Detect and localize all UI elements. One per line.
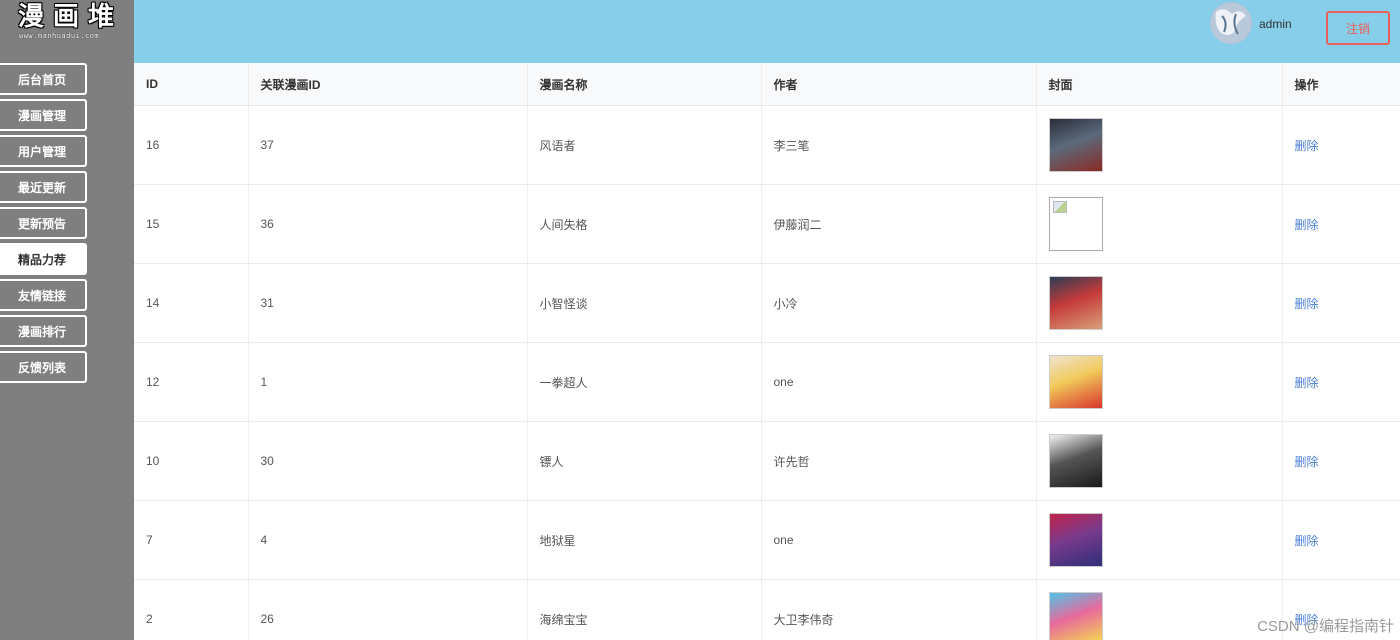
cell-actions: 删除 <box>1282 105 1400 185</box>
cell-cover <box>1036 263 1283 343</box>
column-header: 关联漫画ID <box>248 63 528 106</box>
logout-button[interactable]: 注销 <box>1326 11 1390 45</box>
cell-cover <box>1036 421 1283 501</box>
cover-image <box>1048 118 1103 172</box>
delete-link[interactable]: 删除 <box>1295 297 1319 311</box>
delete-link[interactable]: 删除 <box>1295 455 1319 469</box>
table-row: 15 36 人间失格 伊藤润二 删除 <box>134 184 1400 264</box>
sidebar-nav: 后台首页漫画管理用户管理最近更新更新预告精品力荐友情链接漫画排行反馈列表 <box>0 63 87 387</box>
cell-comic-name: 海绵宝宝 <box>527 579 762 640</box>
avatar[interactable] <box>1210 2 1252 44</box>
sidebar-item-5[interactable]: 精品力荐 <box>0 243 87 275</box>
cell-comic-name: 镖人 <box>527 421 762 501</box>
column-header: 漫画名称 <box>527 63 762 106</box>
cell-cover <box>1036 500 1283 580</box>
cell-author: one <box>761 500 1037 580</box>
cell-comic-name: 小智怪谈 <box>527 263 762 343</box>
cover-image <box>1048 276 1103 330</box>
table-row: 2 26 海绵宝宝 大卫李伟奇 删除 <box>134 579 1400 640</box>
table-row: 10 30 镖人 许先哲 删除 <box>134 421 1400 501</box>
table-row: 14 31 小智怪谈 小冷 删除 <box>134 263 1400 343</box>
cell-id: 10 <box>134 421 249 501</box>
cell-comic-name: 人间失格 <box>527 184 762 264</box>
column-header: 作者 <box>761 63 1037 106</box>
cell-comic-name: 风语者 <box>527 105 762 185</box>
cell-cover <box>1036 105 1283 185</box>
cell-author: 李三笔 <box>761 105 1037 185</box>
cell-actions: 删除 <box>1282 184 1400 264</box>
sidebar-item-0[interactable]: 后台首页 <box>0 63 87 95</box>
cell-comic-id: 26 <box>248 579 528 640</box>
sidebar-item-7[interactable]: 漫画排行 <box>0 315 87 347</box>
cell-author: 许先哲 <box>761 421 1037 501</box>
cell-comic-id: 37 <box>248 105 528 185</box>
site-logo[interactable]: 漫画堆 www.manhuadui.com <box>18 2 124 42</box>
cover-image <box>1048 355 1103 409</box>
table-body: 16 37 风语者 李三笔 删除 15 36 人间失格 伊藤润二 删除 14 31 小智怪谈 小冷 删除 12… <box>134 105 1400 640</box>
cell-author: one <box>761 342 1037 422</box>
sidebar-item-6[interactable]: 友情链接 <box>0 279 87 311</box>
cell-id: 15 <box>134 184 249 264</box>
column-header: ID <box>134 63 249 106</box>
column-header: 封面 <box>1036 63 1283 106</box>
cover-image <box>1048 592 1103 640</box>
delete-link[interactable]: 删除 <box>1295 139 1319 153</box>
cell-id: 14 <box>134 263 249 343</box>
sidebar-item-8[interactable]: 反馈列表 <box>0 351 87 383</box>
cell-actions: 删除 <box>1282 342 1400 422</box>
cell-comic-name: 地狱星 <box>527 500 762 580</box>
cell-cover <box>1036 184 1283 264</box>
cell-author: 伊藤润二 <box>761 184 1037 264</box>
sidebar-item-1[interactable]: 漫画管理 <box>0 99 87 131</box>
featured-comics-table: ID 关联漫画ID 漫画名称 作者 封面 操作 16 37 风语者 李三笔 删除 15 36 人间失格伊… <box>134 63 1400 640</box>
cell-author: 小冷 <box>761 263 1037 343</box>
username: admin <box>1259 17 1292 31</box>
top-header: admin 注销 <box>134 0 1400 63</box>
column-header: 操作 <box>1282 63 1400 106</box>
delete-link[interactable]: 删除 <box>1295 534 1319 548</box>
cell-id: 2 <box>134 579 249 640</box>
cell-author: 大卫李伟奇 <box>761 579 1037 640</box>
delete-link[interactable]: 删除 <box>1295 218 1319 232</box>
cell-cover <box>1036 342 1283 422</box>
sidebar: 漫画堆 www.manhuadui.com 后台首页漫画管理用户管理最近更新更新… <box>0 0 134 640</box>
cover-image <box>1048 434 1103 488</box>
broken-image-icon <box>1048 197 1103 251</box>
table-header-row: ID 关联漫画ID 漫画名称 作者 封面 操作 <box>134 63 1400 106</box>
table-row: 7 4 地狱星 one 删除 <box>134 500 1400 580</box>
cell-comic-name: 一拳超人 <box>527 342 762 422</box>
delete-link[interactable]: 删除 <box>1295 376 1319 390</box>
cell-comic-id: 31 <box>248 263 528 343</box>
cell-id: 12 <box>134 342 249 422</box>
cell-id: 16 <box>134 105 249 185</box>
cell-comic-id: 1 <box>248 342 528 422</box>
sidebar-item-4[interactable]: 更新预告 <box>0 207 87 239</box>
cell-actions: 删除 <box>1282 421 1400 501</box>
table-row: 16 37 风语者 李三笔 删除 <box>134 105 1400 185</box>
cell-comic-id: 4 <box>248 500 528 580</box>
table-row: 12 1 一拳超人 one 删除 <box>134 342 1400 422</box>
logo-subtitle: www.manhuadui.com <box>19 32 100 40</box>
avatar-image <box>1210 2 1252 44</box>
cell-comic-id: 36 <box>248 184 528 264</box>
sidebar-item-3[interactable]: 最近更新 <box>0 171 87 203</box>
logo-title: 漫画堆 <box>18 2 124 32</box>
cell-cover <box>1036 579 1283 640</box>
sidebar-item-2[interactable]: 用户管理 <box>0 135 87 167</box>
cover-image <box>1048 513 1103 567</box>
watermark: CSDN @编程指南针 <box>1257 618 1394 635</box>
cell-comic-id: 30 <box>248 421 528 501</box>
cell-actions: 删除 <box>1282 263 1400 343</box>
cell-actions: 删除 <box>1282 500 1400 580</box>
cell-id: 7 <box>134 500 249 580</box>
